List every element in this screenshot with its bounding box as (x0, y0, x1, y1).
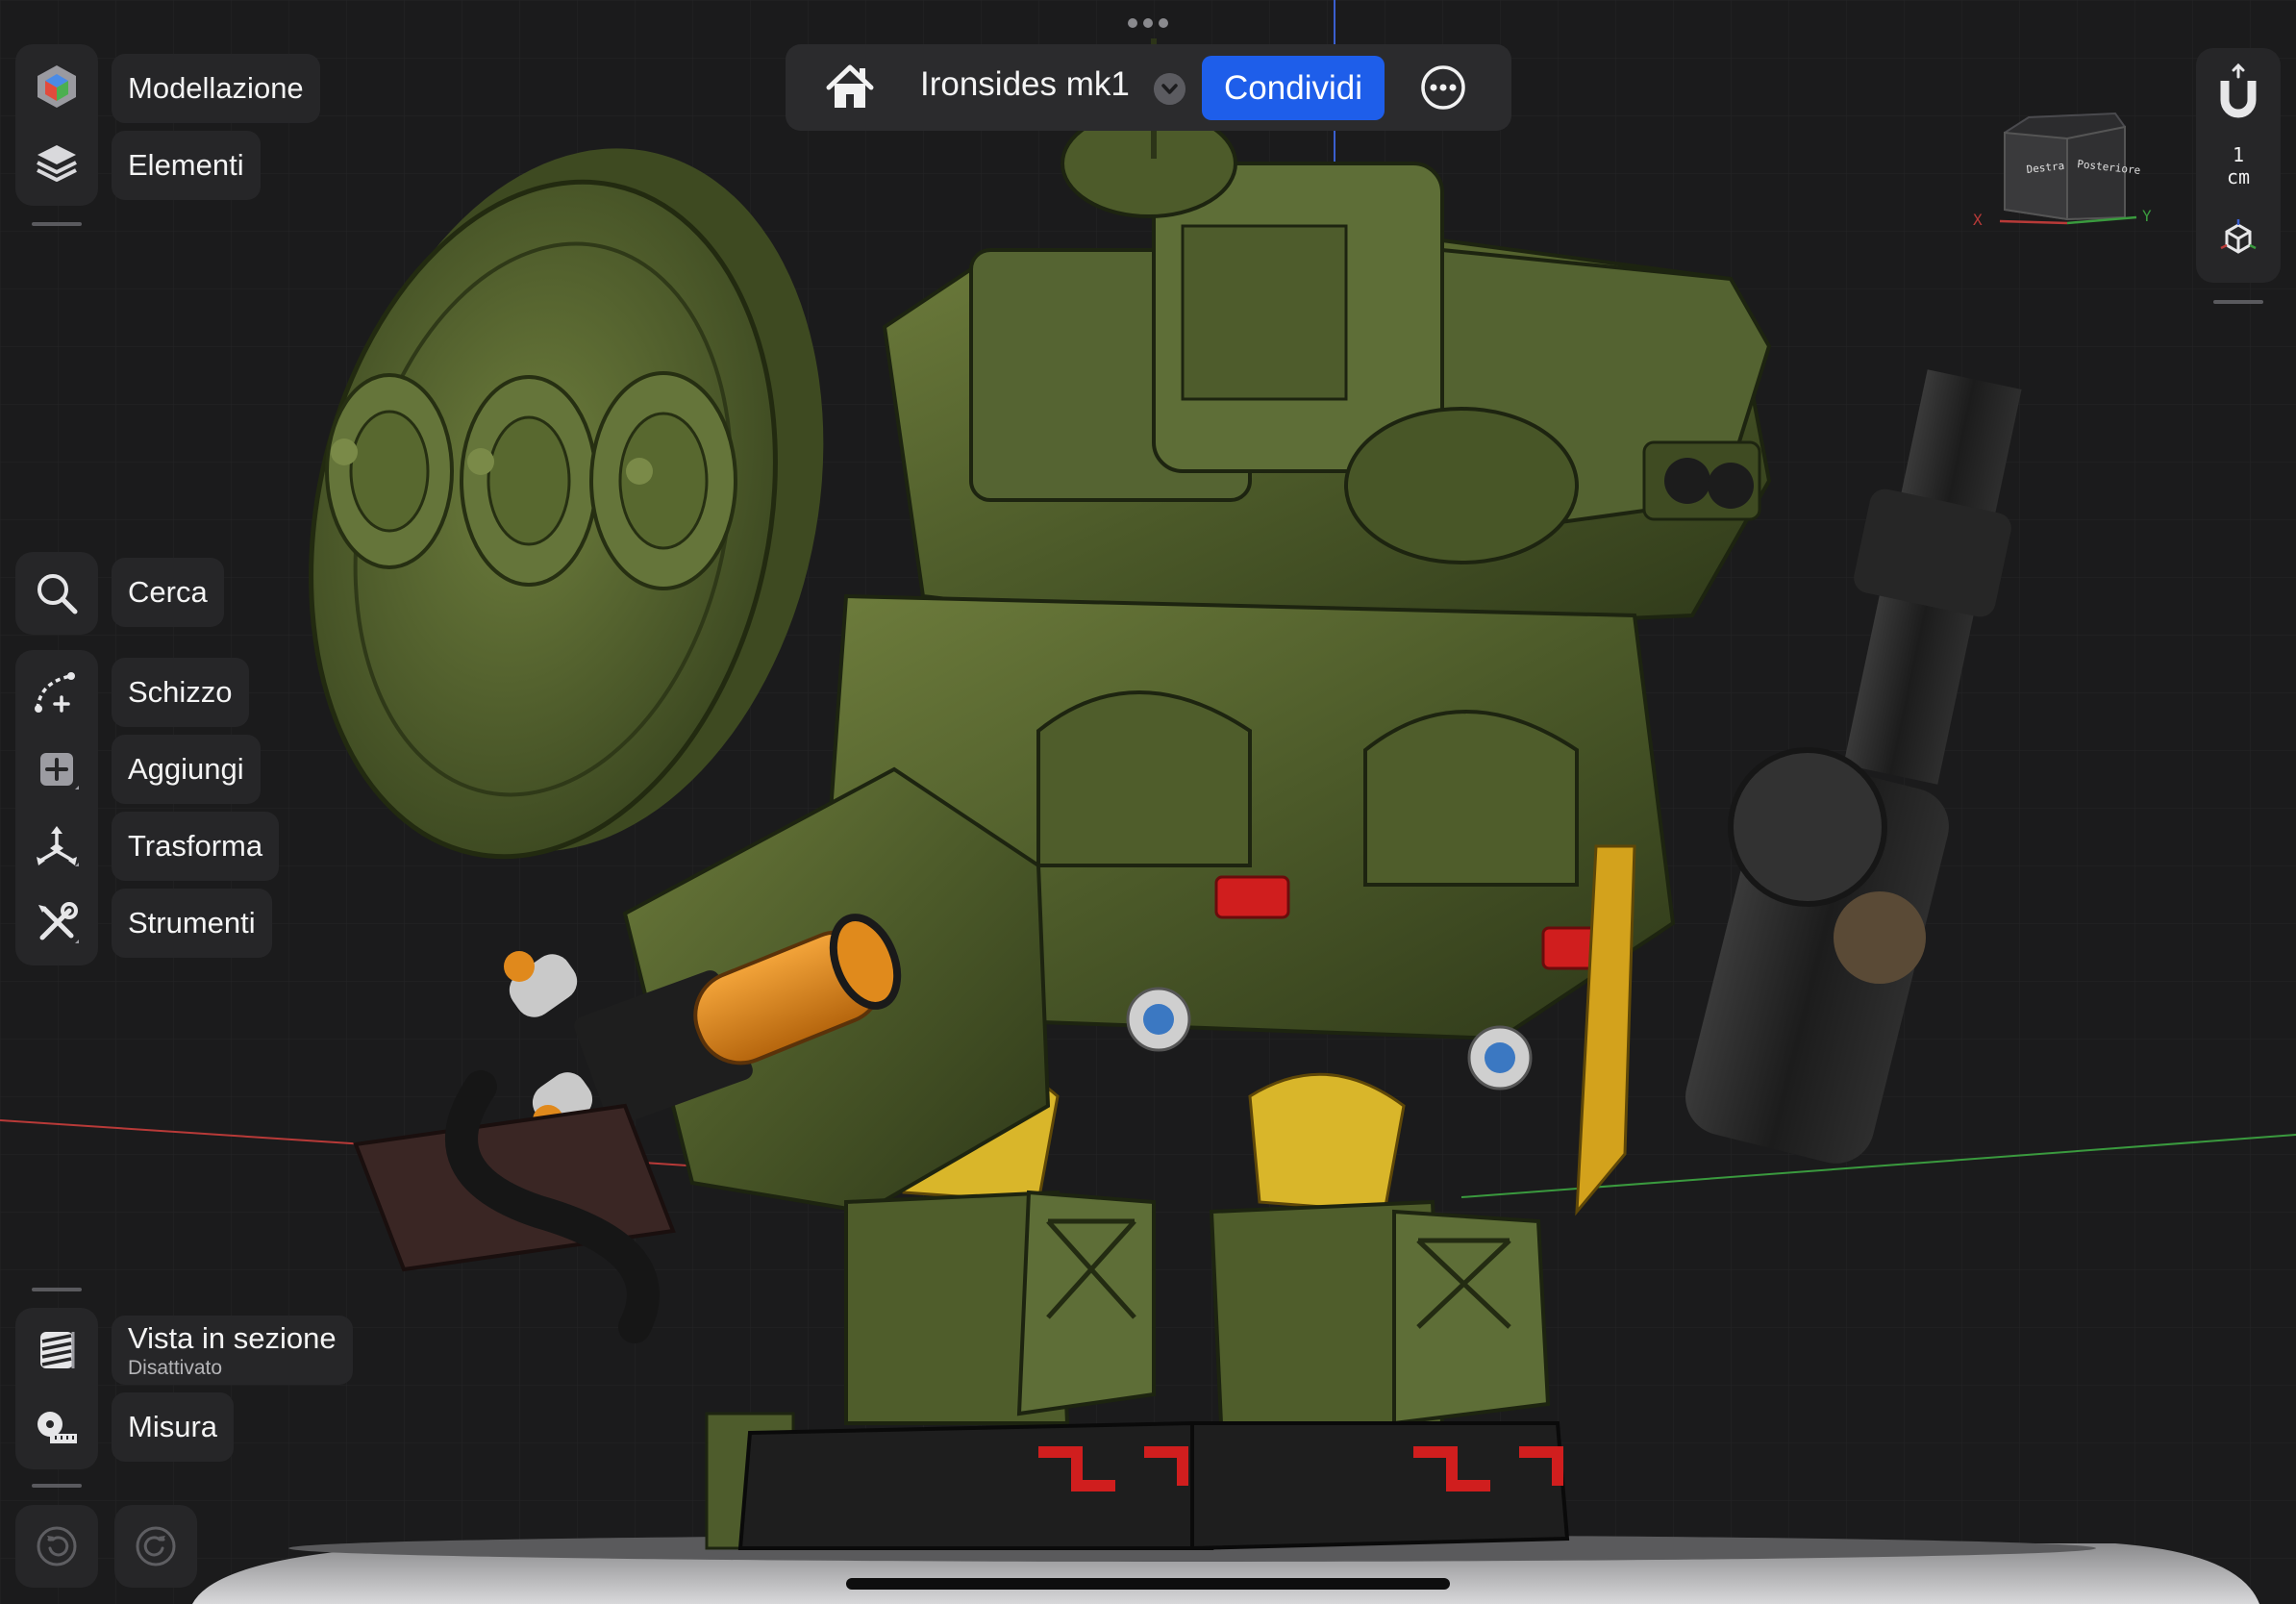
projection-cube-icon[interactable] (2219, 219, 2258, 258)
menu-label-add[interactable]: Aggiungi (112, 735, 261, 804)
transform-icon (37, 826, 79, 866)
menu-label-elements[interactable]: Elementi (112, 131, 261, 200)
share-button[interactable]: Condividi (1202, 56, 1385, 120)
add-button[interactable] (15, 731, 98, 808)
unit-value: 1 (2232, 143, 2245, 166)
tools-icon (38, 902, 79, 943)
tape-measure-icon (37, 1412, 77, 1443)
rail-divider (32, 1288, 82, 1291)
search-icon (37, 574, 78, 614)
menu-label-sketch[interactable]: Schizzo (112, 658, 249, 727)
chevron-down-icon[interactable] (1154, 73, 1185, 105)
transform-button[interactable] (15, 808, 98, 885)
sketch-icon (35, 672, 75, 713)
undo-button[interactable] (15, 1505, 98, 1588)
elements-button[interactable] (15, 125, 98, 202)
document-title[interactable]: Ironsides mk1 (920, 65, 1130, 104)
sketch-button[interactable] (15, 654, 98, 731)
home-icon[interactable] (825, 63, 875, 113)
menu-label-section-view[interactable]: Vista in sezione Disattivato (112, 1316, 353, 1385)
undo-icon (37, 1526, 77, 1566)
multitasking-grabber-icon[interactable] (1127, 17, 1169, 29)
menu-label-search[interactable]: Cerca (112, 558, 224, 627)
modeling-cube-icon (37, 65, 76, 108)
view-cube[interactable]: Destra Posteriore X Y (1971, 104, 2163, 238)
layers-icon (37, 145, 77, 182)
view-cube-axis-x: X (1973, 211, 1983, 229)
measure-button[interactable] (15, 1389, 98, 1466)
tools-button[interactable] (15, 885, 98, 962)
feet (705, 1412, 1570, 1551)
inspect-rail (15, 1308, 98, 1469)
menu-label-modeling[interactable]: Modellazione (112, 54, 320, 123)
menu-label-tools[interactable]: Strumenti (112, 889, 272, 958)
search-button[interactable] (15, 555, 98, 632)
menu-label-measure[interactable]: Misura (112, 1392, 235, 1462)
view-cube-graphic[interactable]: Destra Posteriore X Y (1971, 104, 2163, 238)
unit-name: cm (2226, 165, 2251, 188)
rail-divider (32, 222, 82, 226)
snap-rail: 1 cm (2196, 48, 2281, 283)
more-options-icon[interactable] (1420, 64, 1466, 111)
section-view-status: Disattivato (128, 1356, 223, 1379)
tools-rail (15, 650, 98, 965)
redo-icon (136, 1526, 176, 1566)
rail-divider (2213, 300, 2263, 304)
modeling-rail (15, 44, 98, 206)
section-view-icon (40, 1332, 75, 1368)
rail-divider (32, 1484, 82, 1488)
search-rail (15, 552, 98, 635)
home-indicator[interactable] (846, 1578, 1450, 1590)
magnet-icon[interactable] (2213, 63, 2263, 119)
section-view-label: Vista in sezione (128, 1320, 337, 1355)
view-cube-axis-y: Y (2142, 207, 2152, 225)
add-icon (40, 753, 79, 789)
modeling-button[interactable] (15, 48, 98, 125)
section-view-button[interactable] (15, 1312, 98, 1389)
redo-button[interactable] (114, 1505, 197, 1588)
document-toolbar: Ironsides mk1 Condividi (786, 44, 1511, 131)
menu-label-transform[interactable]: Trasforma (112, 812, 280, 881)
unit-indicator[interactable]: 1 cm (2196, 144, 2281, 188)
